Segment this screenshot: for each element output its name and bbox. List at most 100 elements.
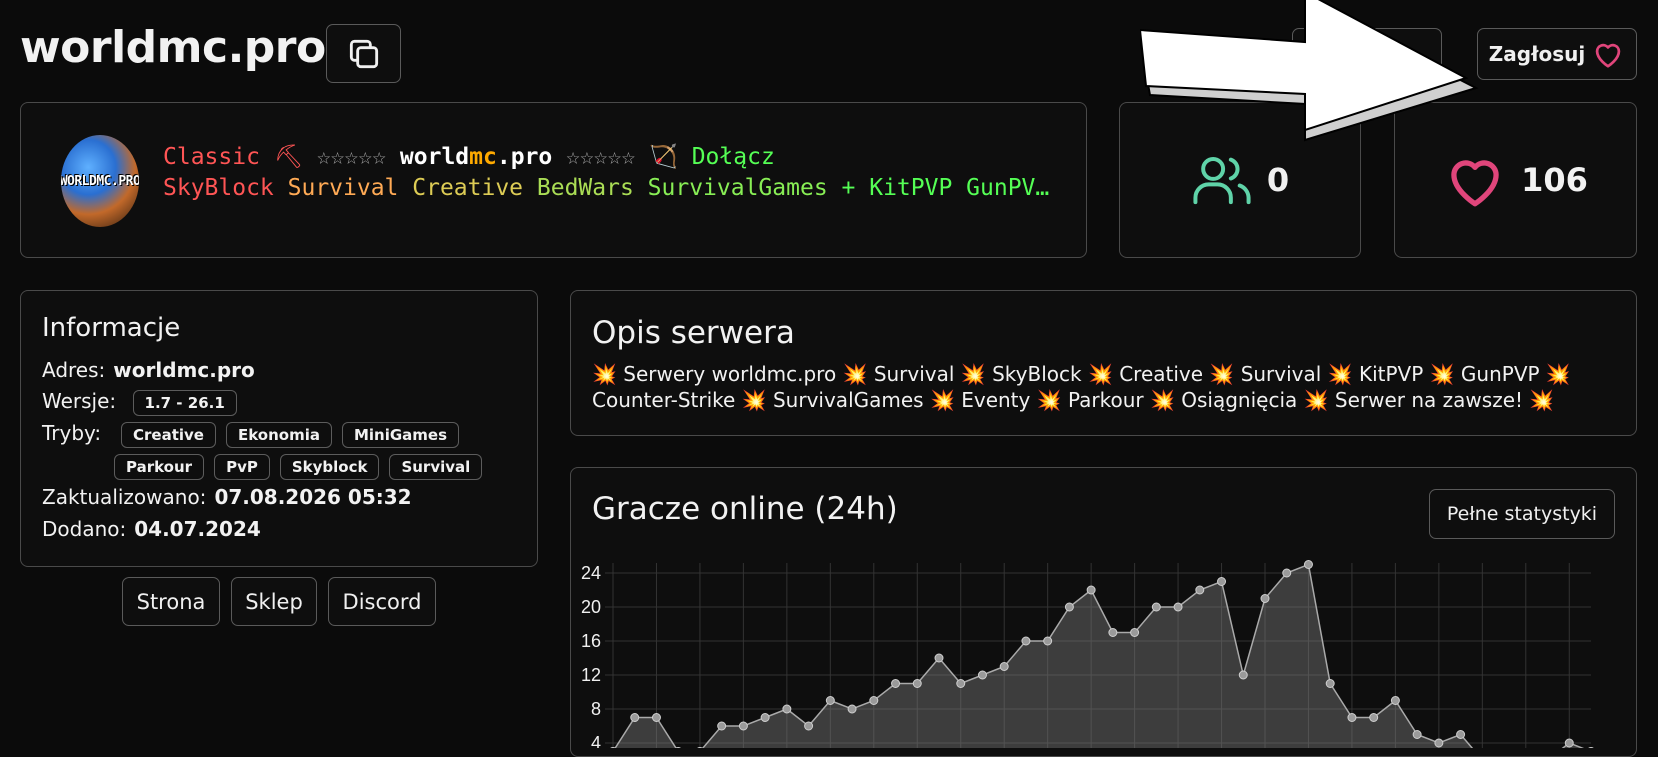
address-value[interactable]: worldmc.pro	[113, 358, 254, 382]
modes-row-2: Parkour PvP Skyblock Survival	[114, 453, 492, 480]
discord-button[interactable]: Discord	[328, 577, 436, 626]
data-point[interactable]	[1260, 594, 1270, 603]
data-point[interactable]	[999, 662, 1009, 671]
added-value: 04.07.2024	[134, 517, 261, 541]
data-point[interactable]	[1086, 585, 1096, 595]
sparkle-icon: 💥	[741, 388, 767, 412]
data-point[interactable]	[1064, 602, 1074, 612]
motd-segment: SkyBlock	[163, 175, 288, 201]
description-item: Parkour	[1067, 388, 1144, 412]
sparkle-icon: 💥	[1327, 362, 1353, 386]
motd-segment: world	[399, 144, 470, 170]
data-point[interactable]	[1217, 577, 1227, 586]
page-title: worldmc.pro	[20, 22, 326, 73]
data-point[interactable]	[934, 653, 944, 663]
sparkle-icon: 💥	[1036, 388, 1062, 412]
data-point[interactable]	[804, 721, 814, 731]
motd-segment: ☆☆☆☆☆	[552, 144, 650, 170]
updated-value: 07.08.2026 05:32	[214, 485, 412, 509]
full-stats-button[interactable]: Pełne statystyki	[1429, 489, 1615, 539]
description-item: Survival	[873, 362, 955, 386]
data-point[interactable]	[1195, 585, 1205, 595]
vote-button[interactable]: Zagłosuj	[1477, 28, 1637, 80]
data-point[interactable]	[717, 721, 727, 731]
modes-row-1: Creative Ekonomia MiniGames	[121, 421, 469, 448]
data-point[interactable]	[1390, 696, 1400, 705]
copy-icon	[349, 39, 378, 68]
y-tick-label: 8	[591, 699, 601, 719]
mode-chip[interactable]: Creative	[121, 422, 216, 448]
server-banner[interactable]: WORLDMC.PRO Classic ⛏ ☆☆☆☆☆ worldmc.pro …	[20, 102, 1087, 258]
data-point[interactable]	[1564, 738, 1574, 748]
sparkle-icon: 💥	[1545, 362, 1571, 386]
sparkle-icon: 💥	[1303, 388, 1329, 412]
motd-segment: 🏹	[649, 144, 692, 170]
version-badge: 1.7 - 26.1	[132, 390, 237, 416]
data-point[interactable]	[1173, 602, 1183, 612]
motd-segment: Dołącz	[691, 144, 775, 170]
data-point[interactable]	[1043, 636, 1053, 646]
shop-button[interactable]: Sklep	[231, 577, 317, 626]
mode-chip[interactable]: Parkour	[114, 454, 205, 480]
data-point[interactable]	[1238, 670, 1248, 680]
data-point[interactable]	[1303, 560, 1313, 569]
data-point[interactable]	[1130, 628, 1140, 637]
sparkle-icon: 💥	[960, 362, 986, 386]
added-label: Dodano:	[42, 517, 127, 541]
mode-chip[interactable]: PvP	[214, 454, 270, 480]
data-point[interactable]	[912, 679, 922, 688]
motd-segment: ☆☆☆☆☆	[316, 144, 400, 170]
description-item: SkyBlock	[992, 362, 1082, 386]
data-point[interactable]	[1282, 568, 1292, 578]
description-item: Counter-Strike	[592, 388, 736, 412]
server-logo: WORLDMC.PRO	[61, 135, 139, 227]
description-heading: Opis serwera	[592, 315, 795, 351]
mode-chip[interactable]: MiniGames	[341, 422, 460, 448]
sparkle-icon: 💥	[1529, 388, 1555, 412]
data-point[interactable]	[1021, 636, 1031, 646]
data-point[interactable]	[891, 679, 901, 688]
y-tick-label: 20	[581, 597, 601, 617]
data-point[interactable]	[825, 696, 835, 705]
description-item: Serwery worldmc.pro	[623, 362, 837, 386]
data-point[interactable]	[977, 670, 987, 680]
vote-label: Zagłosuj	[1488, 42, 1586, 66]
data-point[interactable]	[782, 704, 792, 714]
description-item: Creative	[1119, 362, 1204, 386]
y-tick-label: 24	[581, 563, 601, 583]
mode-chip[interactable]: Survival	[389, 454, 483, 480]
players-count: 0	[1266, 161, 1290, 199]
data-point[interactable]	[760, 713, 770, 722]
description-card: Opis serwera 💥 Serwery worldmc.pro 💥 Sur…	[570, 290, 1637, 436]
data-point[interactable]	[956, 679, 966, 688]
motd-segment: Classic ⛏	[163, 144, 317, 170]
description-item: Eventy	[961, 388, 1031, 412]
data-point[interactable]	[651, 713, 661, 722]
data-point[interactable]	[1434, 738, 1444, 748]
data-point[interactable]	[738, 721, 748, 731]
sparkle-icon: 💥	[1150, 388, 1175, 412]
data-point[interactable]	[1108, 628, 1118, 637]
data-point[interactable]	[847, 704, 857, 714]
heart-icon	[1451, 160, 1499, 207]
sparkle-icon: 💥	[1087, 362, 1113, 386]
heart-icon	[1595, 43, 1621, 68]
description-item: SurvivalGames	[772, 388, 924, 412]
data-point[interactable]	[1151, 602, 1161, 612]
data-point[interactable]	[1587, 747, 1595, 749]
motd-segment: .pro	[496, 144, 553, 170]
description-item: Survival	[1240, 362, 1322, 386]
website-button[interactable]: Strona	[122, 577, 220, 626]
data-point[interactable]	[1369, 713, 1379, 722]
data-point[interactable]	[1347, 713, 1357, 722]
mode-chip[interactable]: Ekonomia	[225, 422, 332, 448]
y-tick-label: 12	[581, 665, 601, 685]
mode-chip[interactable]: Skyblock	[279, 454, 380, 480]
server-logo-text: WORLDMC.PRO	[61, 173, 139, 189]
y-tick-label: 16	[581, 631, 601, 651]
copy-address-button[interactable]	[326, 24, 401, 83]
data-point[interactable]	[1325, 679, 1335, 688]
data-point[interactable]	[630, 713, 640, 722]
users-icon	[1193, 156, 1251, 205]
data-point[interactable]	[869, 696, 879, 705]
